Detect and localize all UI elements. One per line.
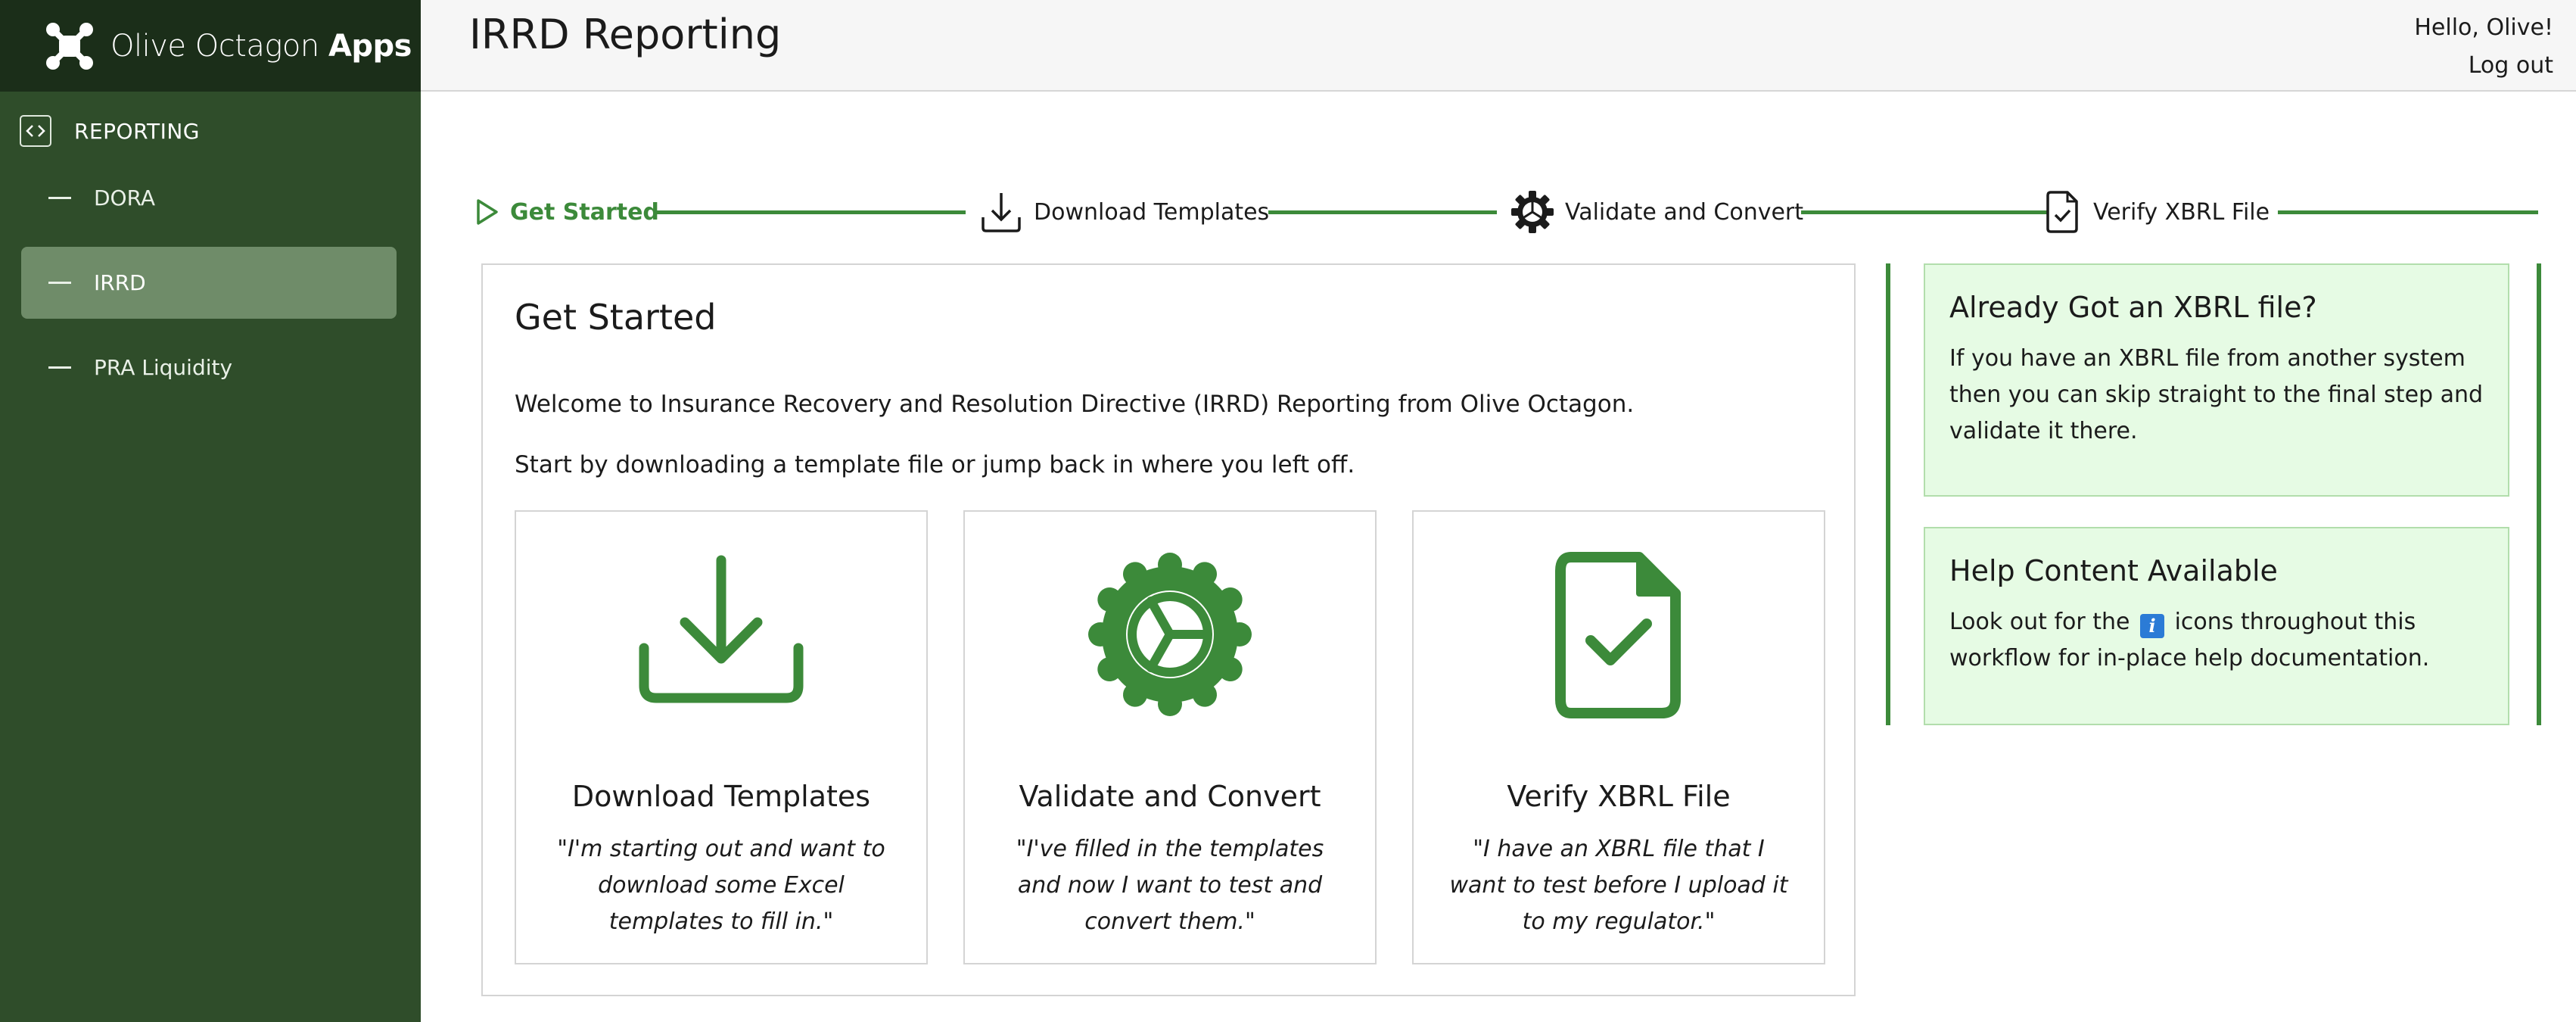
download-icon (639, 555, 804, 703)
card-title: Verify XBRL File (1507, 780, 1731, 813)
card-quote: "I've filled in the templates and now I … (1016, 836, 1324, 935)
info-box-text: If you have an XBRL file from another sy… (1949, 345, 2484, 444)
step-connector (1268, 210, 1497, 214)
step-label: Verify XBRL File (2093, 198, 2270, 226)
sidebar: Olive Octagon Apps REPORTING DORA IRRD P… (0, 0, 421, 1022)
step-connector (1801, 210, 2048, 214)
info-box-help-content: Help Content Available Look out for the … (1924, 527, 2509, 725)
gear-icon (1088, 553, 1252, 716)
step-label: Validate and Convert (1565, 198, 1804, 226)
brand-bar[interactable]: Olive Octagon Apps (0, 0, 421, 92)
step-label: Download Templates (1034, 198, 1270, 226)
logout-link[interactable]: Log out (2414, 47, 2553, 85)
step-connector (654, 210, 966, 214)
card-validate-and-convert[interactable]: Validate and Convert "I've filled in the… (963, 510, 1377, 964)
brand-name: Olive Octagon Apps (110, 29, 412, 64)
olive-octagon-logo-icon (46, 22, 93, 70)
card-verify-xbrl-file[interactable]: Verify XBRL File "I have an XBRL file th… (1412, 510, 1825, 964)
step-label: Get Started (510, 198, 659, 226)
file-check-icon (1555, 552, 1681, 718)
panel-title: Get Started (515, 297, 717, 338)
download-icon (982, 193, 1021, 232)
card-download-templates[interactable]: Download Templates "I'm starting out and… (515, 510, 928, 964)
card-quote: "I have an XBRL file that I want to test… (1449, 836, 1788, 935)
sidebar-section-label: REPORTING (74, 118, 200, 144)
dash-icon (48, 366, 71, 369)
brand-name-light: Olive Octagon (110, 28, 319, 64)
step-connector (2278, 210, 2538, 214)
info-box-title: Already Got an XBRL file? (1949, 291, 2317, 324)
side-panel: Already Got an XBRL file? If you have an… (1886, 263, 2541, 725)
card-title: Download Templates (571, 780, 871, 813)
sidebar-item-dora[interactable]: DORA (21, 162, 397, 234)
sidebar-item-irrd[interactable]: IRRD (21, 247, 397, 319)
card-quote: "I'm starting out and want to download s… (557, 836, 885, 935)
help-text-before: Look out for the (1949, 609, 2130, 635)
user-menu: Hello, Olive! Log out (2414, 9, 2553, 85)
sidebar-section-reporting[interactable]: REPORTING (20, 115, 200, 147)
workflow-stepper: Get Started Download Templates Validate … (475, 188, 2538, 236)
intro-welcome: Welcome to Insurance Recovery and Resolu… (515, 391, 1635, 418)
sidebar-item-pra-liquidity[interactable]: PRA Liquidity (21, 332, 397, 404)
sidebar-item-label: PRA Liquidity (94, 355, 233, 380)
dash-icon (48, 197, 71, 199)
gear-icon (1511, 191, 1554, 233)
step-get-started[interactable]: Get Started (475, 188, 659, 236)
get-started-panel: Get Started Welcome to Insurance Recover… (481, 263, 1856, 996)
brand-name-bold: Apps (328, 28, 412, 64)
step-verify-xbrl-file[interactable]: Verify XBRL File (2043, 188, 2270, 236)
code-brackets-icon (20, 115, 51, 147)
step-download-templates[interactable]: Download Templates (979, 188, 1269, 236)
step-validate-and-convert[interactable]: Validate and Convert (1510, 188, 1803, 236)
play-icon (477, 199, 498, 225)
info-icon: i (2140, 614, 2165, 638)
card-title: Validate and Convert (1019, 780, 1321, 813)
info-box-text: Look out for the i icons throughout this… (1949, 604, 2487, 677)
sidebar-item-label: IRRD (94, 270, 146, 295)
file-check-icon (2046, 191, 2078, 233)
intro-instructions: Start by downloading a template file or … (515, 451, 1355, 478)
greeting-text: Hello, Olive! (2414, 14, 2553, 41)
page-title: IRRD Reporting (469, 11, 782, 58)
info-box-existing-xbrl: Already Got an XBRL file? If you have an… (1924, 263, 2509, 497)
info-box-title: Help Content Available (1949, 554, 2278, 587)
header: IRRD Reporting Hello, Olive! Log out (421, 0, 2576, 92)
dash-icon (48, 282, 71, 284)
sidebar-item-label: DORA (94, 185, 156, 210)
